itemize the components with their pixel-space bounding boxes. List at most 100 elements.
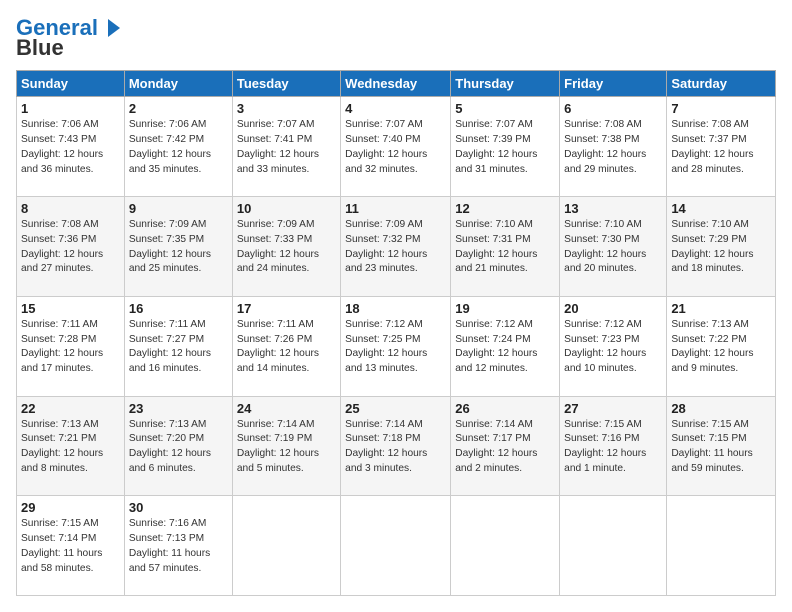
day-info: Sunrise: 7:12 AMSunset: 7:25 PMDaylight:… <box>345 318 446 377</box>
day-number: 19 <box>455 301 555 316</box>
day-info: Sunrise: 7:09 AMSunset: 7:35 PMDaylight:… <box>129 218 228 277</box>
calendar-week-row: 1 Sunrise: 7:06 AMSunset: 7:43 PMDayligh… <box>17 97 776 197</box>
calendar-cell: 16 Sunrise: 7:11 AMSunset: 7:27 PMDaylig… <box>124 296 232 396</box>
day-number: 2 <box>129 101 228 116</box>
day-number: 30 <box>129 500 228 515</box>
calendar-cell: 9 Sunrise: 7:09 AMSunset: 7:35 PMDayligh… <box>124 197 232 297</box>
calendar-cell: 29 Sunrise: 7:15 AMSunset: 7:14 PMDaylig… <box>17 496 125 596</box>
day-number: 24 <box>237 401 336 416</box>
calendar-cell: 3 Sunrise: 7:07 AMSunset: 7:41 PMDayligh… <box>232 97 340 197</box>
day-info: Sunrise: 7:08 AMSunset: 7:38 PMDaylight:… <box>564 118 662 177</box>
day-info: Sunrise: 7:12 AMSunset: 7:23 PMDaylight:… <box>564 318 662 377</box>
calendar-cell: 2 Sunrise: 7:06 AMSunset: 7:42 PMDayligh… <box>124 97 232 197</box>
calendar-cell: 22 Sunrise: 7:13 AMSunset: 7:21 PMDaylig… <box>17 396 125 496</box>
day-info: Sunrise: 7:06 AMSunset: 7:43 PMDaylight:… <box>21 118 120 177</box>
calendar-cell: 23 Sunrise: 7:13 AMSunset: 7:20 PMDaylig… <box>124 396 232 496</box>
calendar-cell: 24 Sunrise: 7:14 AMSunset: 7:19 PMDaylig… <box>232 396 340 496</box>
day-info: Sunrise: 7:07 AMSunset: 7:39 PMDaylight:… <box>455 118 555 177</box>
day-number: 25 <box>345 401 446 416</box>
header: General Blue <box>16 16 776 60</box>
day-info: Sunrise: 7:13 AMSunset: 7:21 PMDaylight:… <box>21 418 120 477</box>
day-number: 18 <box>345 301 446 316</box>
calendar-cell: 28 Sunrise: 7:15 AMSunset: 7:15 PMDaylig… <box>667 396 776 496</box>
calendar-cell <box>451 496 560 596</box>
calendar-cell: 18 Sunrise: 7:12 AMSunset: 7:25 PMDaylig… <box>341 296 451 396</box>
day-number: 20 <box>564 301 662 316</box>
day-of-week-header: Tuesday <box>232 71 340 97</box>
day-of-week-header: Friday <box>560 71 667 97</box>
calendar-cell: 11 Sunrise: 7:09 AMSunset: 7:32 PMDaylig… <box>341 197 451 297</box>
day-info: Sunrise: 7:14 AMSunset: 7:19 PMDaylight:… <box>237 418 336 477</box>
day-number: 3 <box>237 101 336 116</box>
day-number: 15 <box>21 301 120 316</box>
calendar-table: SundayMondayTuesdayWednesdayThursdayFrid… <box>16 70 776 596</box>
day-number: 29 <box>21 500 120 515</box>
day-info: Sunrise: 7:07 AMSunset: 7:40 PMDaylight:… <box>345 118 446 177</box>
calendar-cell <box>341 496 451 596</box>
calendar-cell <box>232 496 340 596</box>
day-number: 5 <box>455 101 555 116</box>
day-number: 21 <box>671 301 771 316</box>
day-number: 12 <box>455 201 555 216</box>
day-number: 23 <box>129 401 228 416</box>
day-info: Sunrise: 7:11 AMSunset: 7:26 PMDaylight:… <box>237 318 336 377</box>
day-number: 27 <box>564 401 662 416</box>
day-number: 9 <box>129 201 228 216</box>
calendar-cell: 26 Sunrise: 7:14 AMSunset: 7:17 PMDaylig… <box>451 396 560 496</box>
calendar-cell: 7 Sunrise: 7:08 AMSunset: 7:37 PMDayligh… <box>667 97 776 197</box>
day-number: 7 <box>671 101 771 116</box>
day-info: Sunrise: 7:07 AMSunset: 7:41 PMDaylight:… <box>237 118 336 177</box>
logo-blue: Blue <box>16 36 64 60</box>
day-number: 16 <box>129 301 228 316</box>
calendar-cell: 5 Sunrise: 7:07 AMSunset: 7:39 PMDayligh… <box>451 97 560 197</box>
calendar-week-row: 15 Sunrise: 7:11 AMSunset: 7:28 PMDaylig… <box>17 296 776 396</box>
day-info: Sunrise: 7:08 AMSunset: 7:36 PMDaylight:… <box>21 218 120 277</box>
day-number: 10 <box>237 201 336 216</box>
day-info: Sunrise: 7:15 AMSunset: 7:14 PMDaylight:… <box>21 517 120 576</box>
day-info: Sunrise: 7:08 AMSunset: 7:37 PMDaylight:… <box>671 118 771 177</box>
day-number: 11 <box>345 201 446 216</box>
day-number: 22 <box>21 401 120 416</box>
calendar-cell: 25 Sunrise: 7:14 AMSunset: 7:18 PMDaylig… <box>341 396 451 496</box>
day-of-week-header: Sunday <box>17 71 125 97</box>
day-info: Sunrise: 7:15 AMSunset: 7:15 PMDaylight:… <box>671 418 771 477</box>
day-info: Sunrise: 7:12 AMSunset: 7:24 PMDaylight:… <box>455 318 555 377</box>
day-number: 26 <box>455 401 555 416</box>
calendar-cell: 20 Sunrise: 7:12 AMSunset: 7:23 PMDaylig… <box>560 296 667 396</box>
day-number: 14 <box>671 201 771 216</box>
day-info: Sunrise: 7:14 AMSunset: 7:18 PMDaylight:… <box>345 418 446 477</box>
calendar-cell: 21 Sunrise: 7:13 AMSunset: 7:22 PMDaylig… <box>667 296 776 396</box>
calendar-cell: 12 Sunrise: 7:10 AMSunset: 7:31 PMDaylig… <box>451 197 560 297</box>
day-number: 4 <box>345 101 446 116</box>
day-info: Sunrise: 7:09 AMSunset: 7:32 PMDaylight:… <box>345 218 446 277</box>
calendar-cell: 15 Sunrise: 7:11 AMSunset: 7:28 PMDaylig… <box>17 296 125 396</box>
calendar-cell: 27 Sunrise: 7:15 AMSunset: 7:16 PMDaylig… <box>560 396 667 496</box>
day-of-week-header: Saturday <box>667 71 776 97</box>
day-info: Sunrise: 7:10 AMSunset: 7:30 PMDaylight:… <box>564 218 662 277</box>
day-number: 1 <box>21 101 120 116</box>
day-info: Sunrise: 7:13 AMSunset: 7:20 PMDaylight:… <box>129 418 228 477</box>
day-info: Sunrise: 7:14 AMSunset: 7:17 PMDaylight:… <box>455 418 555 477</box>
day-info: Sunrise: 7:10 AMSunset: 7:31 PMDaylight:… <box>455 218 555 277</box>
day-info: Sunrise: 7:06 AMSunset: 7:42 PMDaylight:… <box>129 118 228 177</box>
day-info: Sunrise: 7:10 AMSunset: 7:29 PMDaylight:… <box>671 218 771 277</box>
calendar-week-row: 29 Sunrise: 7:15 AMSunset: 7:14 PMDaylig… <box>17 496 776 596</box>
day-number: 28 <box>671 401 771 416</box>
calendar-week-row: 22 Sunrise: 7:13 AMSunset: 7:21 PMDaylig… <box>17 396 776 496</box>
calendar-cell: 14 Sunrise: 7:10 AMSunset: 7:29 PMDaylig… <box>667 197 776 297</box>
day-info: Sunrise: 7:09 AMSunset: 7:33 PMDaylight:… <box>237 218 336 277</box>
calendar-cell: 30 Sunrise: 7:16 AMSunset: 7:13 PMDaylig… <box>124 496 232 596</box>
calendar-cell: 8 Sunrise: 7:08 AMSunset: 7:36 PMDayligh… <box>17 197 125 297</box>
logo: General Blue <box>16 16 122 60</box>
day-info: Sunrise: 7:13 AMSunset: 7:22 PMDaylight:… <box>671 318 771 377</box>
day-number: 17 <box>237 301 336 316</box>
calendar-cell: 6 Sunrise: 7:08 AMSunset: 7:38 PMDayligh… <box>560 97 667 197</box>
calendar-cell: 10 Sunrise: 7:09 AMSunset: 7:33 PMDaylig… <box>232 197 340 297</box>
day-number: 13 <box>564 201 662 216</box>
logo-arrow-icon <box>100 17 122 39</box>
calendar-cell <box>667 496 776 596</box>
day-info: Sunrise: 7:16 AMSunset: 7:13 PMDaylight:… <box>129 517 228 576</box>
day-info: Sunrise: 7:15 AMSunset: 7:16 PMDaylight:… <box>564 418 662 477</box>
calendar-cell <box>560 496 667 596</box>
day-number: 6 <box>564 101 662 116</box>
